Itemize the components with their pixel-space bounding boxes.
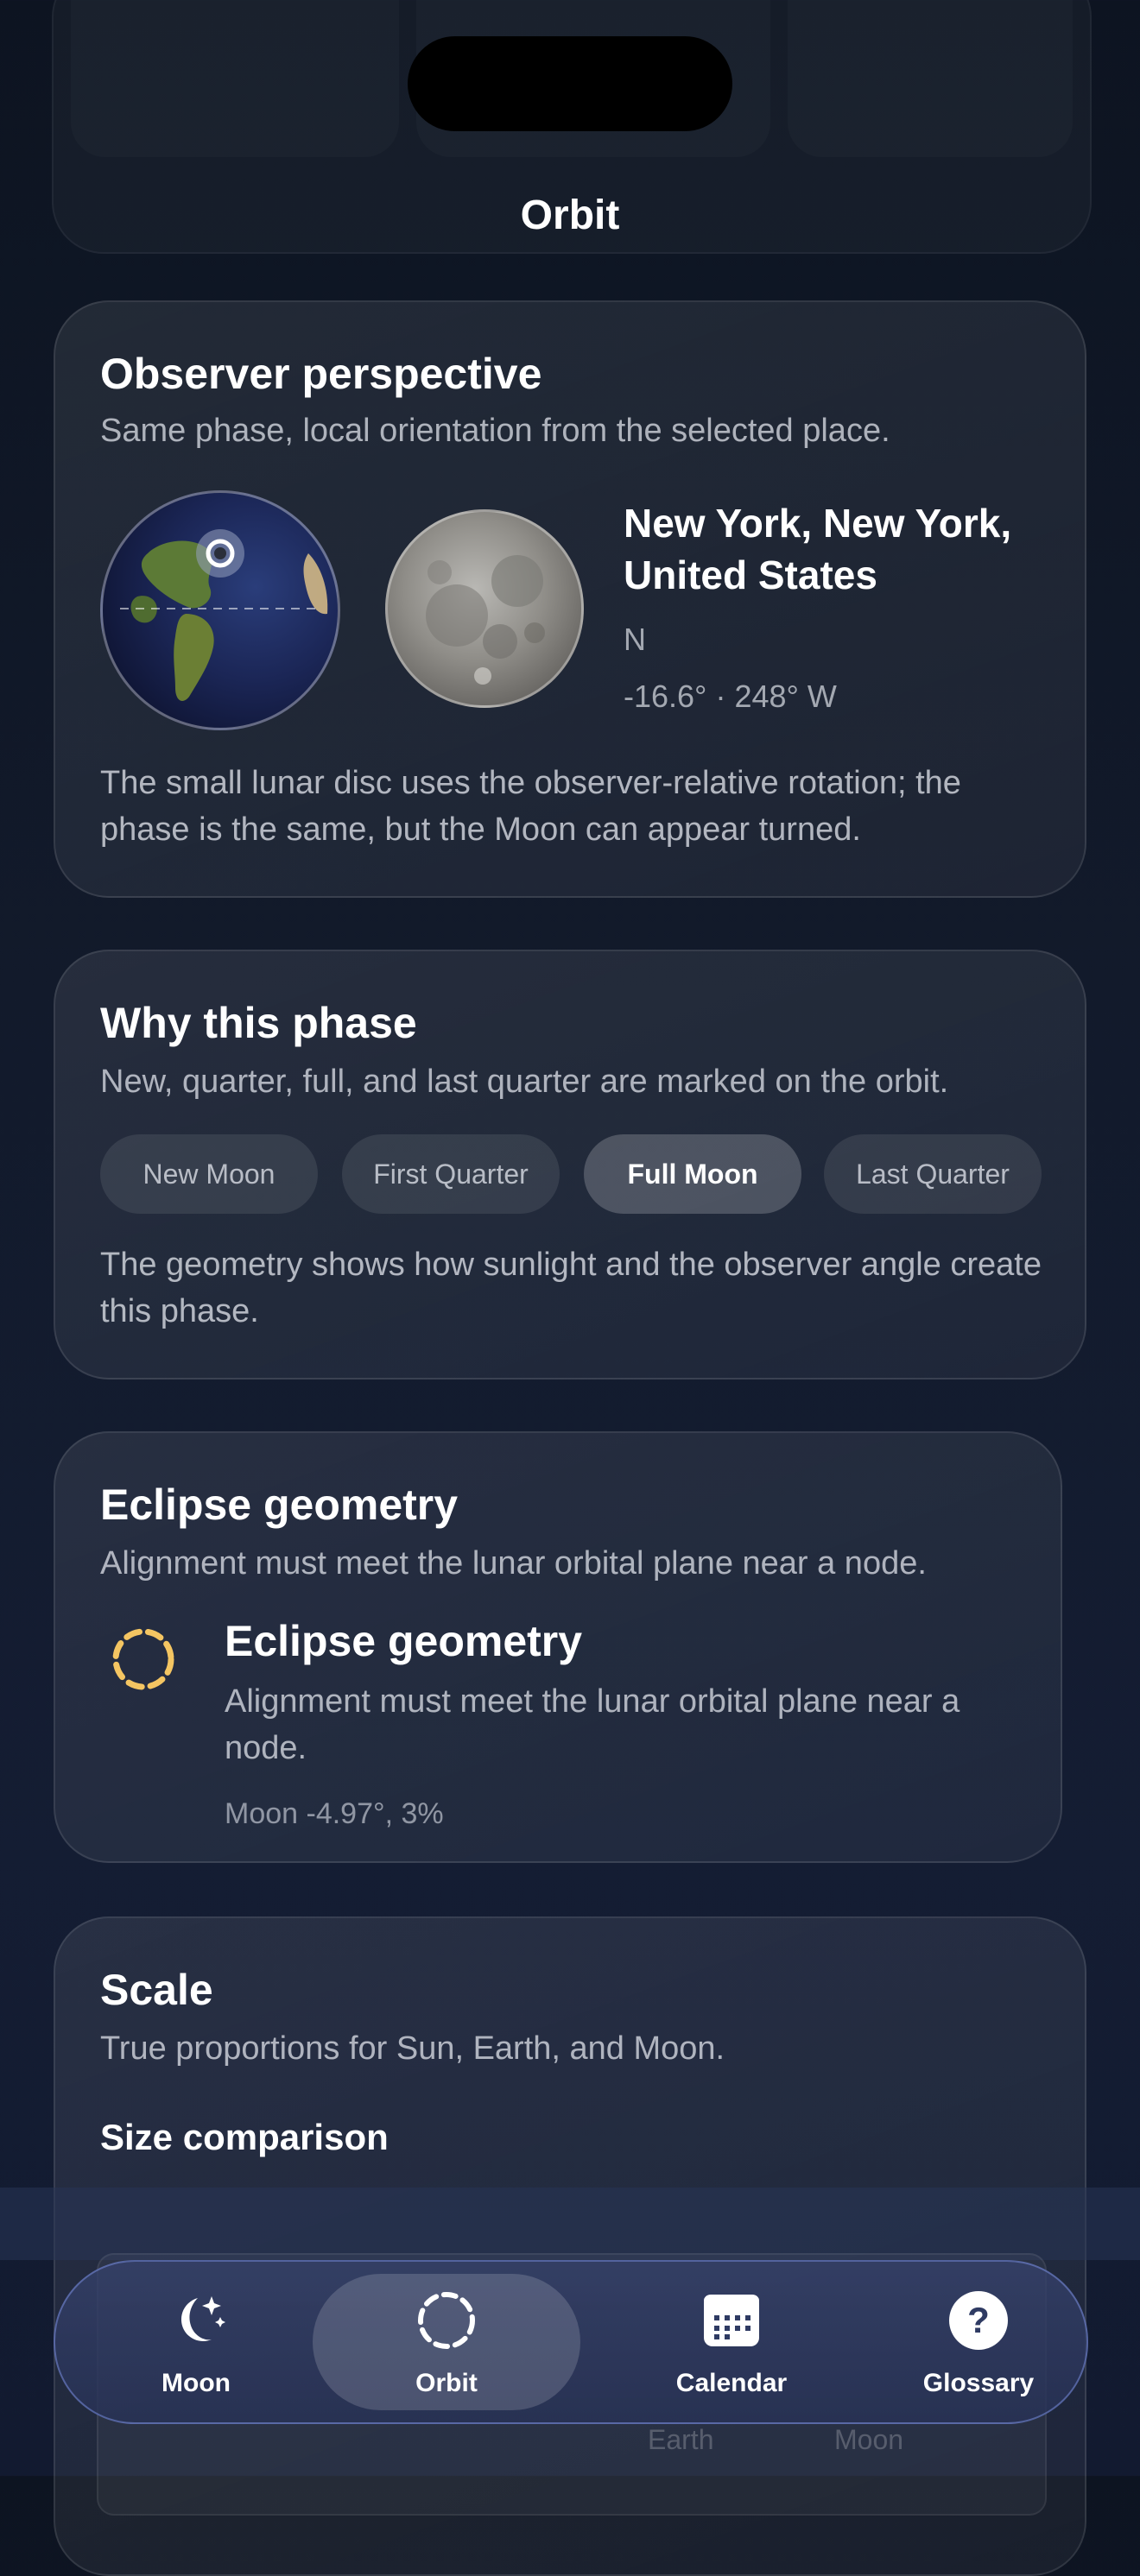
eclipse-item-title: Eclipse geometry	[225, 1617, 583, 1665]
coordinates-label: -16.6° · 248° W	[624, 679, 837, 714]
earth-label: Earth	[648, 2424, 714, 2455]
card-subtitle: Same phase, local orientation from the s…	[100, 413, 890, 449]
chip-full-moon[interactable]: Full Moon	[584, 1134, 801, 1214]
direction-label: N	[624, 622, 646, 657]
card-title: Scale	[100, 1966, 213, 2014]
dynamic-island	[408, 36, 732, 131]
question-icon: ?	[949, 2291, 1008, 2350]
page-title: Orbit	[520, 193, 620, 238]
size-comparison-heading: Size comparison	[100, 2117, 389, 2157]
ghost-cell	[71, 0, 399, 157]
card-title: Observer perspective	[100, 350, 542, 398]
observer-perspective-card: Observer perspective Same phase, local o…	[54, 300, 1086, 898]
card-subtitle: True proportions for Sun, Earth, and Moo…	[100, 2030, 725, 2067]
eclipse-item-subtitle: Alignment must meet the lunar orbital pl…	[225, 1683, 960, 1766]
chip-last-quarter[interactable]: Last Quarter	[824, 1134, 1042, 1214]
tab-glossary[interactable]: ? Glossary	[855, 2262, 1102, 2422]
card-title: Eclipse geometry	[100, 1481, 459, 1529]
card-subtitle: New, quarter, full, and last quarter are…	[100, 1064, 949, 1100]
observer-moon-disc	[385, 509, 584, 708]
scroll-edge-effect	[0, 2188, 1140, 2260]
phase-note: The geometry shows how sunlight and the …	[100, 1247, 1042, 1329]
moon-stars-icon	[180, 2296, 225, 2342]
svg-text:?: ?	[967, 2300, 990, 2340]
tab-label: Moon	[162, 2369, 231, 2397]
moon-surface-icon	[426, 555, 545, 685]
why-this-phase-card: Why this phase New, quarter, full, and l…	[54, 950, 1086, 1380]
tab-label: Glossary	[922, 2369, 1035, 2397]
eclipse-item-meta: Moon -4.97°, 3%	[225, 1797, 444, 1830]
chip-first-quarter[interactable]: First Quarter	[342, 1134, 560, 1214]
card-title: Why this phase	[100, 999, 417, 1047]
card-subtitle: Alignment must meet the lunar orbital pl…	[100, 1545, 927, 1582]
tab-bar: Moon Orbit Calendar ? Glossary	[54, 2260, 1088, 2424]
calendar-icon	[704, 2295, 759, 2346]
tab-calendar[interactable]: Calendar	[608, 2262, 855, 2422]
eclipse-geometry-card: Eclipse geometry Alignment must meet the…	[54, 1431, 1062, 1863]
earth-globe[interactable]	[100, 490, 340, 730]
location-name: New York, New York, United States	[624, 501, 1012, 597]
tab-moon[interactable]: Moon	[73, 2262, 320, 2422]
observer-note: The small lunar disc uses the observer-r…	[100, 765, 961, 848]
chip-new-moon[interactable]: New Moon	[100, 1134, 318, 1214]
tab-orbit[interactable]: Orbit	[313, 2274, 580, 2410]
tab-label: Orbit	[415, 2369, 478, 2397]
moon-label: Moon	[834, 2424, 904, 2455]
earth-map-icon	[120, 529, 328, 701]
dashed-circle-icon	[111, 1626, 176, 1692]
dashed-circle-icon	[418, 2292, 475, 2349]
tab-label: Calendar	[675, 2369, 788, 2397]
ghost-cell	[788, 0, 1073, 157]
